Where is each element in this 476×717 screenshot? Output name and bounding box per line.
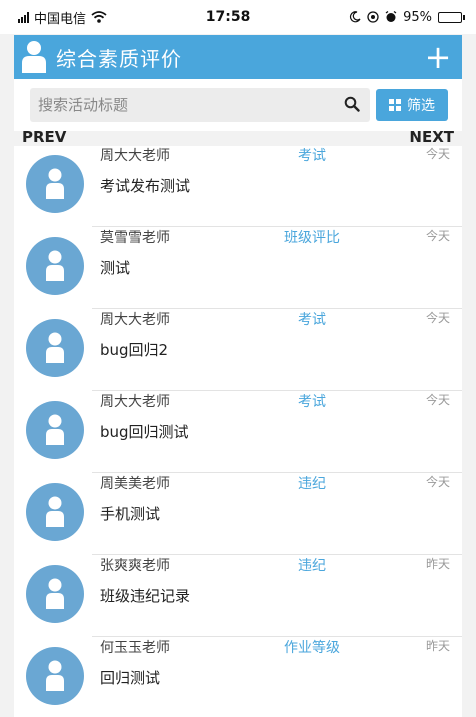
add-button[interactable]: +	[422, 41, 454, 73]
category-tag: 违纪	[298, 558, 326, 574]
status-time: 17:58	[205, 9, 251, 25]
date-label: 昨天	[425, 557, 450, 571]
date-label: 今天	[425, 229, 450, 243]
next-button[interactable]: NEXT	[409, 128, 454, 146]
battery-percent: 95%	[403, 9, 432, 25]
grid-icon	[389, 99, 401, 111]
avatar-icon	[46, 250, 64, 281]
list-item[interactable]: 周美美老师 违纪 今天 手机测试	[14, 473, 462, 555]
list-item[interactable]: 莫雪雪老师 班级评比 今天 测试	[14, 227, 462, 309]
avatar	[26, 155, 84, 213]
teacher-name: 周大大老师	[100, 312, 170, 328]
avatar	[26, 401, 84, 459]
list-item[interactable]: 周大大老师 考试 今天 bug回归2	[14, 309, 462, 391]
avatar-icon	[46, 414, 64, 445]
avatar	[26, 647, 84, 705]
list-item[interactable]: 周大大老师 考试 今天 bug回归测试	[14, 391, 462, 473]
avatar-icon	[46, 660, 64, 691]
avatar-icon	[46, 332, 64, 363]
category-tag: 违纪	[298, 476, 326, 492]
category-tag: 班级评比	[284, 230, 340, 246]
activity-title: 考试发布测试	[100, 177, 191, 195]
activity-title: 回归测试	[100, 669, 161, 687]
list-item[interactable]: 何玉玉老师 作业等级 昨天 回归测试	[14, 637, 462, 717]
search-input[interactable]	[30, 88, 330, 122]
teacher-name: 张爽爽老师	[100, 558, 170, 574]
category-tag: 考试	[298, 312, 326, 328]
activity-list: 周大大老师 考试 今天 考试发布测试 莫雪雪老师 班级评比 今天 测试 周大大老…	[14, 146, 462, 717]
carrier-name: 中国电信	[34, 11, 87, 27]
moon-icon	[350, 11, 361, 23]
user-icon	[22, 41, 46, 73]
teacher-name: 周美美老师	[100, 476, 170, 492]
status-bar: 中国电信 17:58 95%	[0, 0, 476, 34]
teacher-name: 周大大老师	[100, 148, 170, 164]
category-tag: 考试	[298, 148, 326, 164]
category-tag: 作业等级	[284, 640, 340, 656]
list-item[interactable]: 周大大老师 考试 今天 考试发布测试	[14, 146, 462, 227]
activity-title: bug回归测试	[100, 423, 189, 441]
page-title: 综合素质评价	[56, 46, 182, 71]
activity-title: 班级违纪记录	[100, 587, 191, 605]
date-label: 今天	[425, 311, 450, 325]
avatar	[26, 565, 84, 623]
filter-label: 筛选	[407, 98, 435, 114]
teacher-name: 莫雪雪老师	[100, 230, 170, 246]
app-header: 综合素质评价 +	[14, 35, 462, 79]
activity-title: 测试	[100, 259, 131, 277]
battery-icon	[438, 11, 465, 23]
activity-title: 手机测试	[100, 505, 161, 523]
avatar	[26, 483, 84, 541]
avatar-icon	[46, 496, 64, 527]
avatar	[26, 237, 84, 295]
list-item[interactable]: 张爽爽老师 违纪 昨天 班级违纪记录	[14, 555, 462, 637]
location-icon	[367, 11, 379, 23]
status-left: 中国电信	[18, 8, 107, 27]
avatar-icon	[46, 168, 64, 199]
alarm-icon	[385, 11, 397, 22]
signal-icon	[18, 11, 29, 23]
date-label: 今天	[425, 475, 450, 489]
search-bar: 筛选	[14, 79, 462, 131]
date-label: 今天	[425, 147, 450, 161]
teacher-name: 何玉玉老师	[100, 640, 170, 656]
search-icon[interactable]	[344, 96, 360, 112]
wifi-icon	[91, 11, 107, 23]
teacher-name: 周大大老师	[100, 394, 170, 410]
activity-title: bug回归2	[100, 341, 169, 359]
date-label: 今天	[425, 393, 450, 407]
search-box	[30, 88, 370, 122]
category-tag: 考试	[298, 394, 326, 410]
status-right: 95%	[349, 9, 465, 25]
prev-button[interactable]: PREV	[22, 128, 66, 146]
filter-button[interactable]: 筛选	[376, 89, 448, 121]
date-label: 昨天	[425, 639, 450, 653]
avatar	[26, 319, 84, 377]
avatar-icon	[46, 578, 64, 609]
